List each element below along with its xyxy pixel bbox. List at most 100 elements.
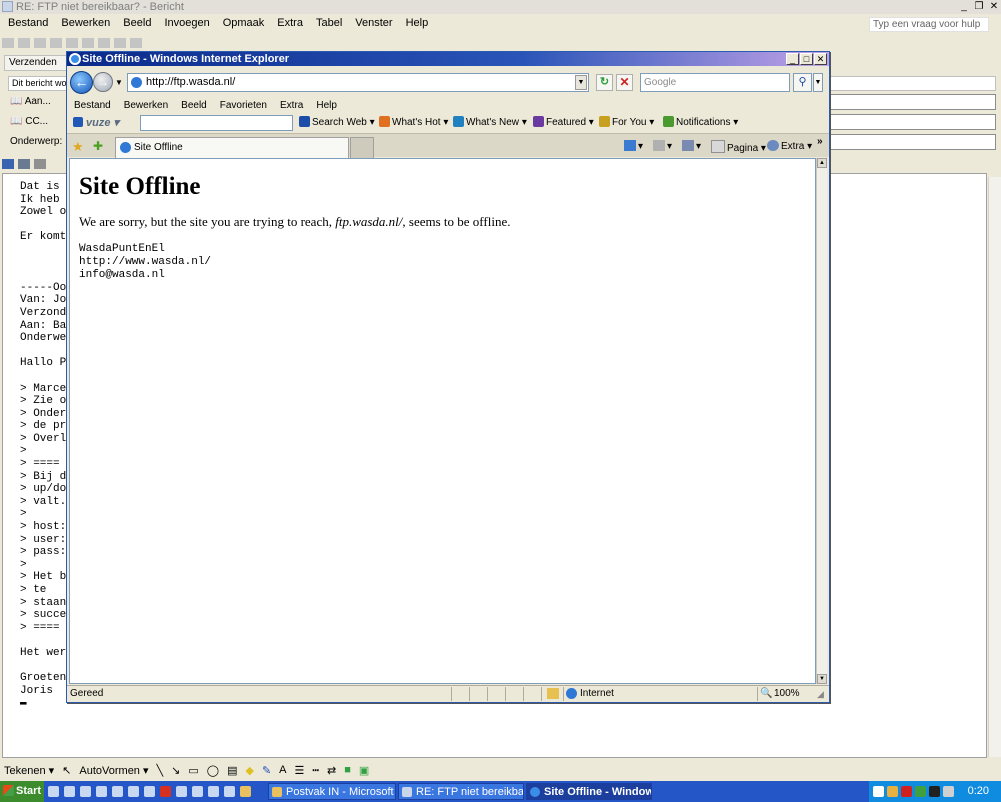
ie-menu-bestand[interactable]: Bestand (74, 98, 111, 113)
ie-vertical-scrollbar[interactable]: ▲ ▼ (816, 158, 827, 684)
home-button[interactable]: ▾ (624, 140, 643, 152)
start-button[interactable]: Start (0, 781, 44, 802)
cc-field[interactable] (828, 114, 996, 130)
dash-style-icon[interactable]: ┅ (312, 764, 319, 777)
word-vertical-scrollbar[interactable] (988, 177, 1001, 757)
word-menu-invoegen[interactable]: Invoegen (164, 15, 209, 32)
word-quicklaunch-icon[interactable] (96, 786, 107, 797)
vuze-search-web-button[interactable]: Search Web ▾ (299, 116, 375, 128)
list-icon[interactable] (66, 38, 78, 48)
ie-menu-help[interactable]: Help (316, 98, 337, 113)
favorites-center-star-icon[interactable]: ★ (72, 139, 84, 155)
align-icon[interactable] (98, 38, 110, 48)
select-objects-icon[interactable]: ↖ (62, 764, 71, 777)
ie-quicklaunch-icon[interactable] (48, 786, 59, 797)
address-bar[interactable]: http://ftp.wasda.nl/ ▼ (127, 73, 589, 92)
word-menu-venster[interactable]: Venster (355, 15, 392, 32)
email-body-text[interactable]: Dat is daIk heb heZowel op Er komt -----… (20, 181, 68, 710)
to-field[interactable] (828, 94, 996, 110)
forward-button[interactable]: → (93, 72, 113, 92)
ie-menu-favorieten[interactable]: Favorieten (220, 98, 267, 113)
ie-close-button[interactable]: ✕ (814, 53, 827, 65)
ie-menu-bewerken[interactable]: Bewerken (124, 98, 168, 113)
line-icon[interactable]: ╲ (157, 764, 164, 777)
line-style-icon[interactable]: ☰ (295, 764, 305, 777)
save-icon[interactable] (2, 158, 14, 169)
page-menu-button[interactable]: Pagina ▾ (711, 140, 766, 154)
cc-button[interactable]: 📖 CC... (8, 114, 66, 130)
tab-site-offline[interactable]: Site Offline (115, 137, 349, 158)
word-minimize-button[interactable]: _ (957, 0, 971, 13)
word-menu-beeld[interactable]: Beeld (123, 15, 151, 32)
word-restore-button[interactable]: ❐ (972, 0, 986, 13)
subject-field[interactable] (828, 134, 996, 150)
vuze-for-you-button[interactable]: For You ▾ (599, 116, 654, 128)
send-button[interactable]: Verzenden (4, 55, 68, 71)
ftp-quicklaunch-icon[interactable] (208, 786, 219, 797)
new-tab-button[interactable] (350, 137, 374, 158)
vuze-notifications-button[interactable]: Notifications ▾ (663, 116, 738, 128)
word-menu-opmaak[interactable]: Opmaak (223, 15, 265, 32)
messenger-quicklaunch-icon[interactable] (176, 786, 187, 797)
ie-menu-extra[interactable]: Extra (280, 98, 303, 113)
zoom-pane[interactable]: 🔍 100% (757, 687, 816, 701)
table-icon[interactable] (82, 38, 94, 48)
tools-menu-button[interactable]: Extra ▾ (767, 140, 812, 152)
refresh-button[interactable]: ↻ (596, 74, 613, 91)
shadow-icon[interactable]: ■ (344, 764, 351, 776)
address-dropdown-icon[interactable]: ▼ (575, 75, 587, 90)
search-input[interactable]: Google (640, 73, 790, 92)
app-quicklaunch-icon[interactable] (240, 786, 251, 797)
style-icon[interactable] (18, 38, 30, 48)
tray-network-icon[interactable] (915, 786, 926, 797)
scroll-up-icon[interactable]: ▲ (817, 158, 827, 168)
clock[interactable]: 0:20 (968, 781, 989, 802)
resize-grip-icon[interactable]: ◢ (817, 687, 824, 702)
desktop-quicklaunch-icon[interactable] (64, 786, 75, 797)
task-outlook[interactable]: Postvak IN - Microsoft O... (268, 783, 396, 800)
tray-monitor-icon[interactable] (929, 786, 940, 797)
word-close-button[interactable]: ✕ (987, 0, 1001, 13)
zone-pane[interactable]: Internet (563, 687, 756, 701)
font-icon[interactable] (34, 38, 46, 48)
print-button[interactable]: ▾ (682, 140, 701, 152)
scroll-down-icon[interactable]: ▼ (817, 674, 827, 684)
protected-mode-lock-icon[interactable] (547, 688, 559, 699)
search-options-dropdown-icon[interactable]: ▼ (813, 73, 823, 92)
indent-icon[interactable] (50, 38, 62, 48)
filezilla-quicklaunch-icon[interactable] (192, 786, 203, 797)
stop-button[interactable]: ✕ (616, 74, 633, 91)
ie-maximize-button[interactable]: □ (800, 53, 813, 65)
word-menu-bewerken[interactable]: Bewerken (61, 15, 110, 32)
vuze-whats-hot-button[interactable]: What's Hot ▾ (379, 116, 448, 128)
task-word-message[interactable]: RE: FTP niet bereikbaar?... (398, 783, 524, 800)
arrow-icon[interactable]: ↘ (171, 764, 180, 777)
cut-icon[interactable] (34, 158, 46, 169)
media-quicklaunch-icon[interactable] (160, 786, 171, 797)
vuze-search-input[interactable] (140, 115, 293, 131)
task-ie-site-offline[interactable]: Site Offline - Windows... (526, 783, 652, 800)
folder-quicklaunch-icon[interactable] (128, 786, 139, 797)
autoshapes-menu-button[interactable]: AutoVormen ▾ (79, 764, 148, 777)
draw-menu-button[interactable]: Tekenen ▾ (4, 764, 54, 777)
explorer-quicklaunch-icon[interactable] (112, 786, 123, 797)
tray-expand-icon[interactable] (873, 786, 884, 797)
vuze-logo[interactable]: vuze ▾ (73, 116, 119, 129)
recent-pages-dropdown-icon[interactable]: ▼ (115, 78, 123, 87)
word-help-search-input[interactable]: Typ een vraag voor hulp (869, 17, 989, 32)
messenger2-quicklaunch-icon[interactable] (224, 786, 235, 797)
print-icon[interactable] (18, 158, 30, 169)
word-menu-tabel[interactable]: Tabel (316, 15, 342, 32)
ie-title-bar[interactable]: Site Offline - Windows Internet Explorer (67, 52, 829, 66)
vuze-whats-new-button[interactable]: What's New ▾ (453, 116, 527, 128)
font-color-icon[interactable]: A (279, 764, 286, 776)
oval-icon[interactable]: ◯ (207, 764, 219, 777)
to-button[interactable]: 📖 Aan... (8, 94, 66, 110)
search-button[interactable]: ⚲ (793, 73, 812, 92)
rectangle-icon[interactable]: ▭ (188, 764, 198, 777)
ie-menu-beeld[interactable]: Beeld (181, 98, 207, 113)
3d-icon[interactable]: ▣ (359, 764, 369, 777)
arrow-style-icon[interactable]: ⇄ (327, 764, 336, 777)
border-icon[interactable] (114, 38, 126, 48)
word-menu-extra[interactable]: Extra (277, 15, 303, 32)
